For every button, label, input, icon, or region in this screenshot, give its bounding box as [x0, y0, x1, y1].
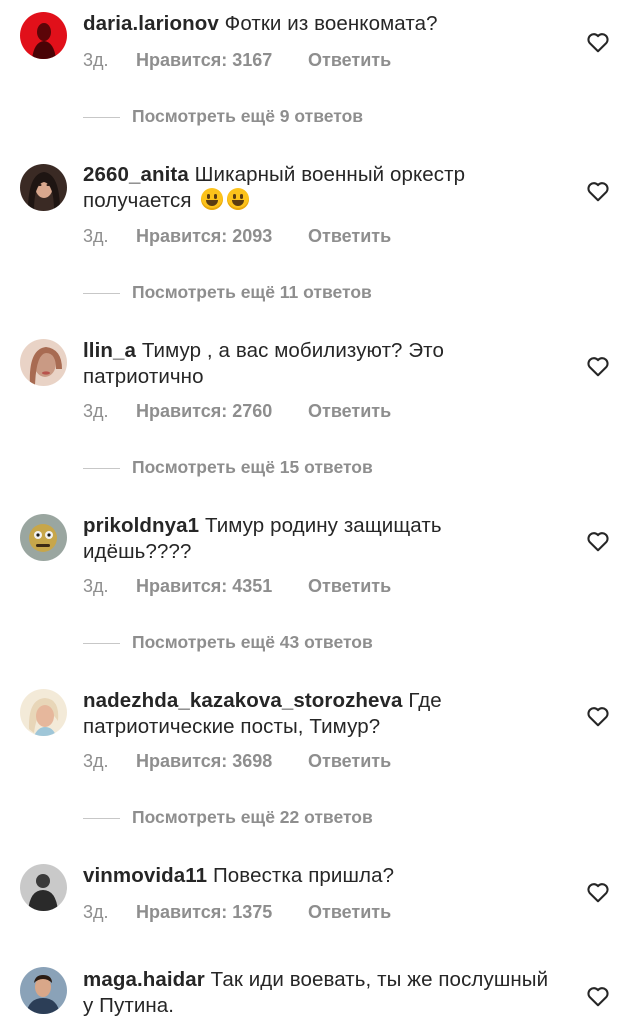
comment-body: Тимур , а вас мобилизуют? Это патриотичн… [83, 339, 444, 388]
avatar[interactable] [20, 12, 67, 59]
comment-text: vinmovida11 Повестка пришла? [83, 863, 553, 889]
reply-button[interactable]: Ответить [308, 902, 391, 923]
comment-age: 3д. [83, 902, 109, 922]
comment-meta: 3д. Нравится: 2760 Ответить [83, 401, 391, 422]
grinning-face-icon [201, 188, 224, 210]
view-replies-button[interactable]: Посмотреть ещё 22 ответов [83, 807, 373, 828]
reply-button[interactable]: Ответить [308, 576, 391, 597]
comment-meta: 3д. Нравится: 3167 Ответить [83, 50, 391, 71]
avatar-image [20, 514, 67, 561]
likes-count[interactable]: Нравится: 3167 [136, 50, 308, 71]
reply-button[interactable]: Ответить [308, 226, 391, 247]
view-replies-label: Посмотреть ещё 22 ответов [132, 807, 373, 827]
likes-count[interactable]: Нравится: 4351 [136, 576, 308, 597]
replies-divider [83, 817, 120, 819]
view-replies-label: Посмотреть ещё 9 ответов [132, 106, 364, 126]
likes-count[interactable]: Нравится: 1375 [136, 902, 308, 923]
comment-age: 3д. [83, 226, 109, 246]
reply-button[interactable]: Ответить [308, 751, 391, 772]
avatar[interactable] [20, 339, 67, 386]
comment-text: prikoldnya1 Тимур родину защищать идёшь?… [83, 513, 553, 565]
avatar-image [20, 164, 67, 211]
avatar[interactable] [20, 864, 67, 911]
view-replies-button[interactable]: Посмотреть ещё 43 ответов [83, 632, 373, 653]
avatar[interactable] [20, 967, 67, 1014]
heart-icon[interactable] [585, 528, 611, 554]
avatar-image [20, 864, 67, 911]
username-link[interactable]: vinmovida11 [83, 864, 207, 887]
username-link[interactable]: prikoldnya1 [83, 514, 199, 537]
comment-meta: 3д. Нравится: 3698 Ответить [83, 751, 391, 772]
comment-text: llin_a Тимур , а вас мобилизуют? Это пат… [83, 338, 553, 390]
avatar-image [20, 689, 67, 736]
comment-text: 2660_anita Шикарный военный оркестр полу… [83, 162, 553, 214]
heart-icon[interactable] [585, 983, 611, 1009]
avatar-image [20, 967, 67, 1014]
comment-text: nadezhda_kazakova_storozheva Где патриот… [83, 688, 553, 740]
comment-meta: 3д. Нравится: 2093 Ответить [83, 226, 391, 247]
heart-icon[interactable] [585, 353, 611, 379]
heart-icon[interactable] [585, 879, 611, 905]
likes-count[interactable]: Нравится: 2093 [136, 226, 308, 247]
username-link[interactable]: daria.larionov [83, 12, 219, 35]
replies-divider [83, 642, 120, 644]
comment-meta: 3д. Нравится: 4351 Ответить [83, 576, 391, 597]
likes-count[interactable]: Нравится: 3698 [136, 751, 308, 772]
avatar[interactable] [20, 514, 67, 561]
heart-icon[interactable] [585, 703, 611, 729]
replies-divider [83, 116, 120, 118]
avatar[interactable] [20, 164, 67, 211]
username-link[interactable]: nadezhda_kazakova_storozheva [83, 689, 403, 712]
view-replies-label: Посмотреть ещё 15 ответов [132, 457, 373, 477]
replies-divider [83, 467, 120, 469]
comment-age: 3д. [83, 401, 109, 421]
heart-icon[interactable] [585, 29, 611, 55]
comment-text: daria.larionov Фотки из военкомата? [83, 11, 553, 37]
comment-age: 3д. [83, 751, 109, 771]
username-link[interactable]: llin_a [83, 339, 136, 362]
view-replies-button[interactable]: Посмотреть ещё 11 ответов [83, 282, 372, 303]
view-replies-button[interactable]: Посмотреть ещё 15 ответов [83, 457, 373, 478]
username-link[interactable]: maga.haidar [83, 968, 205, 991]
comment-age: 3д. [83, 50, 109, 70]
comment-body: Повестка пришла? [212, 864, 395, 887]
view-replies-label: Посмотреть ещё 11 ответов [132, 282, 372, 302]
avatar-image [20, 12, 67, 59]
reply-button[interactable]: Ответить [308, 50, 391, 71]
comment-age: 3д. [83, 576, 109, 596]
grinning-face-icon [227, 188, 250, 210]
comment-text: maga.haidar Так иди воевать, ты же послу… [83, 967, 553, 1019]
view-replies-label: Посмотреть ещё 43 ответов [132, 632, 373, 652]
view-replies-button[interactable]: Посмотреть ещё 9 ответов [83, 106, 363, 127]
likes-count[interactable]: Нравится: 2760 [136, 401, 308, 422]
username-link[interactable]: 2660_anita [83, 163, 189, 186]
replies-divider [83, 292, 120, 294]
avatar-image [20, 339, 67, 386]
heart-icon[interactable] [585, 178, 611, 204]
comment-meta: 3д. Нравится: 1375 Ответить [83, 902, 391, 923]
avatar[interactable] [20, 689, 67, 736]
reply-button[interactable]: Ответить [308, 401, 391, 422]
comment-body: Фотки из военкомата? [224, 12, 438, 35]
